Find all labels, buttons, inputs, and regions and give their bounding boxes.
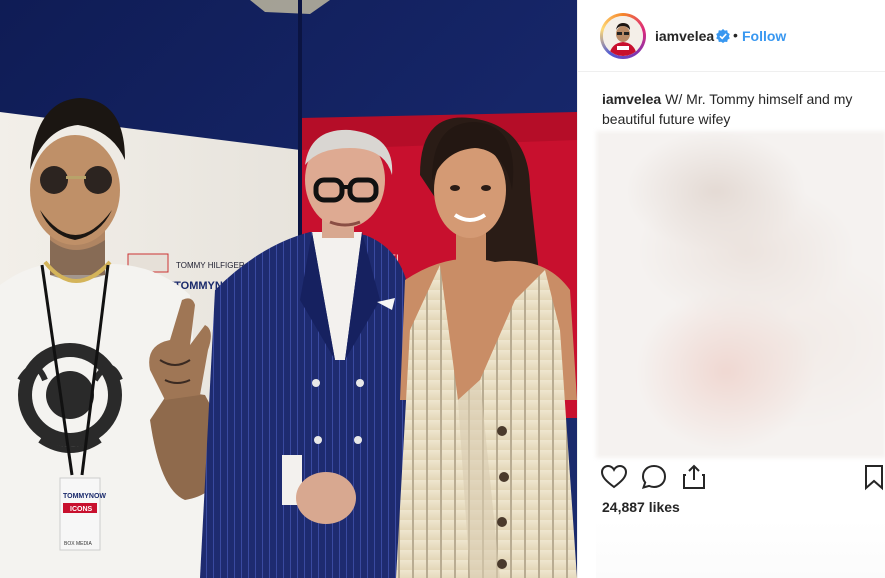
svg-text:BOX MEDIA: BOX MEDIA (64, 541, 92, 547)
caption-username[interactable]: iamvelea (602, 91, 661, 107)
svg-text:TOMMYNOW: TOMMYNOW (63, 493, 106, 500)
username-link[interactable]: iamvelea (655, 28, 714, 44)
bookmark-icon[interactable] (862, 463, 885, 491)
verified-badge-icon (716, 29, 730, 43)
post-header: iamvelea • Follow (578, 0, 885, 72)
share-icon[interactable] (680, 463, 708, 491)
likes-count[interactable]: 24,887 likes (602, 499, 680, 515)
comment-icon[interactable] (640, 463, 668, 491)
svg-text:ICONS: ICONS (70, 506, 93, 513)
post-caption: iamvelea W/ Mr. Tommy himself and my beau… (602, 89, 872, 129)
follow-button[interactable]: Follow (742, 28, 786, 44)
separator-dot: • (733, 27, 738, 43)
post-photo[interactable]: TOMMY HILFIGER #TOMMYNOW HILFI (0, 0, 577, 578)
heart-icon[interactable] (600, 463, 628, 491)
svg-text:TOMMY HILFIGER: TOMMY HILFIGER (176, 261, 245, 270)
blurred-content-area (596, 131, 885, 458)
photo-scene: TOMMY HILFIGER #TOMMYNOW HILFI (0, 0, 577, 578)
avatar-image (603, 16, 643, 56)
blurred-comments-area (596, 520, 885, 578)
post-side-panel: iamvelea • Follow iamvelea W/ Mr. Tommy h… (577, 0, 885, 578)
avatar[interactable] (603, 16, 643, 56)
avatar-story-ring[interactable] (600, 13, 646, 59)
action-bar (600, 463, 885, 491)
